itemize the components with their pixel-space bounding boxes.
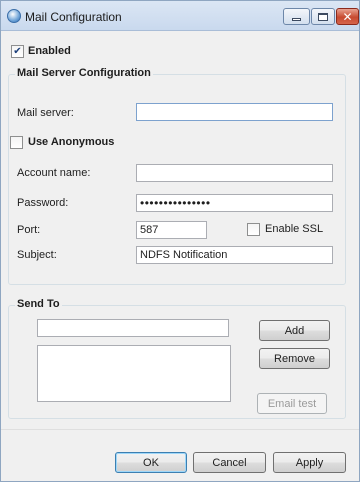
mail-server-group-title: Mail Server Configuration (15, 67, 153, 79)
mail-server-input[interactable] (136, 103, 333, 121)
minimize-icon (292, 18, 301, 21)
enabled-label[interactable]: Enabled (28, 45, 71, 57)
enable-ssl-label[interactable]: Enable SSL (265, 223, 323, 235)
password-input[interactable]: ••••••••••••••• (136, 194, 333, 212)
port-label: Port: (17, 224, 41, 236)
cancel-button[interactable]: Cancel (193, 452, 266, 473)
remove-button[interactable]: Remove (259, 348, 330, 369)
mail-app-icon (7, 9, 21, 23)
mail-server-label: Mail server: (17, 107, 74, 119)
checkmark-icon: ✔ (13, 45, 22, 57)
port-input[interactable] (136, 221, 207, 239)
maximize-icon (318, 12, 328, 21)
account-name-input[interactable] (136, 164, 333, 182)
email-test-button[interactable]: Email test (257, 393, 327, 414)
minimize-button[interactable] (283, 8, 310, 25)
password-label: Password: (17, 197, 69, 209)
maximize-button[interactable] (311, 8, 335, 25)
apply-button[interactable]: Apply (273, 452, 346, 473)
title-bar[interactable]: Mail Configuration ✕ (1, 1, 359, 31)
account-name-label: Account name: (17, 167, 91, 179)
use-anonymous-checkbox[interactable] (10, 136, 23, 149)
mail-configuration-dialog: Mail Configuration ✕ ✔ Enabled Mail Serv… (0, 0, 360, 482)
footer-divider (1, 429, 359, 430)
subject-input[interactable] (136, 246, 333, 264)
close-button[interactable]: ✕ (336, 8, 359, 25)
ok-button[interactable]: OK (115, 452, 187, 473)
recipient-input[interactable] (37, 319, 229, 337)
recipient-list[interactable] (37, 345, 231, 402)
window-title: Mail Configuration (25, 10, 122, 24)
send-to-group-title: Send To (15, 298, 62, 310)
enabled-checkbox[interactable]: ✔ (11, 45, 24, 58)
use-anonymous-label[interactable]: Use Anonymous (28, 136, 114, 148)
enable-ssl-checkbox[interactable] (247, 223, 260, 236)
close-icon: ✕ (342, 9, 353, 24)
subject-label: Subject: (17, 249, 57, 261)
add-button[interactable]: Add (259, 320, 330, 341)
